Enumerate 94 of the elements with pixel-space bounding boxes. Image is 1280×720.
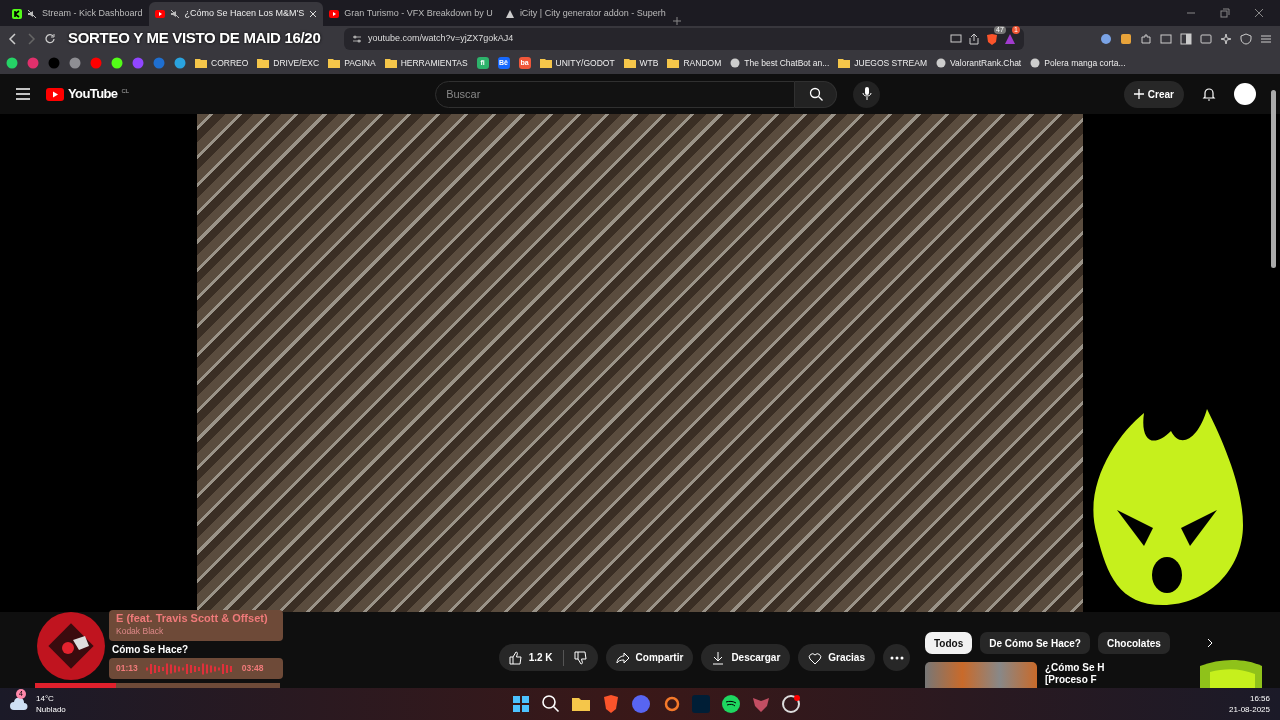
bookmark-link[interactable]: DRIVE/EXC <box>273 56 320 70</box>
browser-tab[interactable]: iCity | City generator addon - Superh <box>498 2 672 26</box>
bookmark-link[interactable]: RANDOM <box>683 56 722 70</box>
voice-search-button[interactable] <box>853 80 881 108</box>
site-logo-icon <box>504 9 515 19</box>
bookmark-link[interactable]: HERRAMIENTAS <box>400 56 468 70</box>
bookmark-link[interactable]: CORREO <box>211 56 249 70</box>
recommended-video-title[interactable]: ¿Cómo Se H [Proceso F <box>1045 662 1105 692</box>
bookmark-icon[interactable] <box>6 57 18 69</box>
weather-condition: Nublado <box>36 704 66 715</box>
share-icon[interactable] <box>968 33 980 45</box>
bell-icon[interactable] <box>1202 87 1216 101</box>
bookmark-link[interactable]: JUEGOS STREAM <box>854 56 928 70</box>
search-field[interactable]: Buscar <box>435 80 796 108</box>
site-icon <box>1030 58 1041 68</box>
thumbs-up-icon <box>508 650 523 665</box>
cast-icon[interactable] <box>950 34 962 44</box>
site-logo-icon <box>12 9 22 19</box>
folder-icon <box>838 58 851 68</box>
puzzle-piece-icon[interactable] <box>1140 33 1152 45</box>
song-title: E (feat. Travis Scott & Offset) <box>116 612 268 625</box>
browser-tab[interactable]: ¿Cómo Se Hacen Los M&M'S <box>148 2 324 26</box>
mascot-body-drawing <box>1200 660 1262 688</box>
youtube-logo[interactable]: YouTube $^{CL}$ <box>46 84 130 104</box>
bookmark-icon[interactable] <box>111 57 123 69</box>
video-title: Cómo Se Hace? <box>112 644 189 655</box>
search-button[interactable] <box>795 80 838 108</box>
browser-tab[interactable]: Stream - Kick Dashboard <box>6 2 149 26</box>
recorder-icon[interactable] <box>780 694 801 714</box>
clock-date: 21-08-2025 <box>1229 704 1270 715</box>
folder-icon <box>257 58 270 68</box>
filter-chip[interactable]: Chocolates <box>1097 632 1170 654</box>
avatar-icon[interactable] <box>1234 83 1256 105</box>
reader-icon[interactable] <box>1160 33 1172 45</box>
more-icon <box>889 655 904 660</box>
scrollbar-thumb[interactable] <box>1271 90 1276 268</box>
sparkle-icon[interactable] <box>1220 33 1232 45</box>
reload-icon[interactable] <box>44 33 56 45</box>
bookmark-link[interactable]: The best ChatBot an... <box>744 56 830 70</box>
cloud-icon <box>10 698 28 710</box>
action-button[interactable]: Descargar <box>701 644 791 671</box>
bookmark-icon[interactable] <box>69 57 81 69</box>
plus-icon[interactable] <box>671 16 682 26</box>
plus-icon <box>1133 89 1144 99</box>
sidebar-icon[interactable] <box>1180 33 1192 45</box>
temperature: 14°C <box>36 693 55 704</box>
folder-icon <box>328 58 341 68</box>
album-art-drawing <box>35 610 107 682</box>
bookmark-link[interactable]: PAGINA <box>344 56 376 70</box>
restore-icon[interactable] <box>1220 8 1230 18</box>
youtube-logo-icon <box>329 9 340 19</box>
menu-icon[interactable] <box>16 88 30 100</box>
extension-icon[interactable] <box>1120 33 1132 45</box>
spotify-logo-icon[interactable] <box>720 694 741 714</box>
download-icon <box>711 650 726 665</box>
create-button[interactable]: Crear <box>1123 80 1184 108</box>
windows-logo-icon[interactable] <box>510 694 531 714</box>
triangle-icon[interactable] <box>1004 33 1016 45</box>
elapsed-time: 01:13 <box>116 662 138 675</box>
filter-chip[interactable]: De Cómo Se Hace? <box>980 632 1090 654</box>
bookmark-link[interactable]: WTB <box>639 56 659 70</box>
search-icon[interactable] <box>540 694 561 714</box>
search-icon <box>808 87 823 101</box>
site-icon <box>936 58 947 68</box>
clock-time: 16:56 <box>1248 693 1270 704</box>
play-logo-icon <box>46 87 64 101</box>
action-button[interactable]: Compartir <box>605 644 694 671</box>
thumbs-down-icon <box>573 650 588 665</box>
filter-chip[interactable]: Todos <box>925 632 973 654</box>
bookmark-icon[interactable] <box>174 57 186 69</box>
folder-icon <box>195 58 207 68</box>
chevron-right-icon[interactable] <box>1205 638 1214 648</box>
bookmark-link[interactable]: ValorantRank.Chat <box>950 56 1022 70</box>
bookmark-link[interactable]: UNITY/GODOT <box>555 56 615 70</box>
shield-icon[interactable] <box>1240 33 1252 45</box>
browser-tab[interactable]: Gran Turismo - VFX Breakdown by U <box>323 2 499 26</box>
youtube-logo-icon <box>154 9 165 19</box>
artist-name: Kodak Black <box>116 625 164 638</box>
microphone-icon <box>861 87 872 101</box>
stream-overlay-title: SORTEO Y ME VISTO DE MAID 16/20 <box>68 28 321 48</box>
folder-icon <box>623 58 636 68</box>
close-icon[interactable] <box>1254 8 1264 18</box>
site-info-icon[interactable] <box>352 34 362 44</box>
more-actions-button[interactable] <box>883 644 910 671</box>
like-dislike-control[interactable]: 1.2 K <box>498 644 598 671</box>
folder-icon <box>384 58 397 68</box>
folder-icon <box>539 58 552 68</box>
share-arrow-icon <box>615 650 630 665</box>
total-time: 03:48 <box>241 662 264 675</box>
site-icon <box>730 58 741 68</box>
bookmark-link[interactable]: Polera manga corta... <box>1044 56 1126 70</box>
wallet-icon[interactable] <box>1200 33 1212 45</box>
folder-icon <box>667 58 680 68</box>
action-button[interactable]: Gracias <box>798 644 875 671</box>
